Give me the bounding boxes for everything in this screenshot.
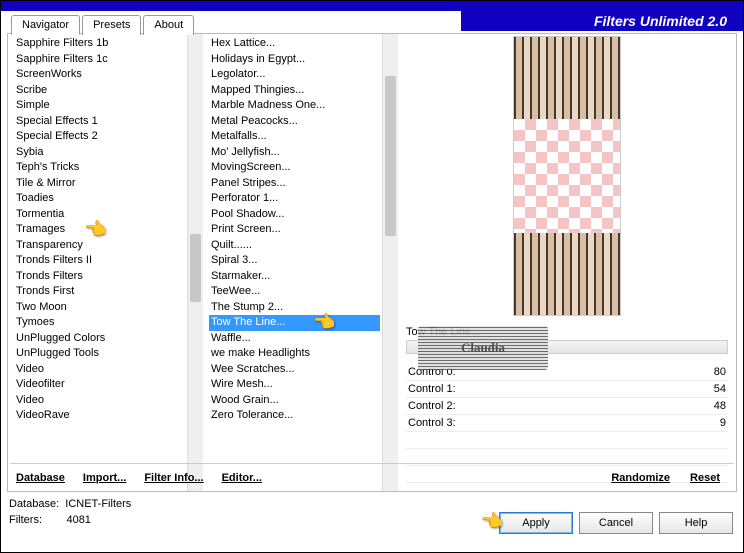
control-row[interactable]: Control 2: 48: [406, 398, 728, 415]
list-item[interactable]: Perforator 1...: [209, 191, 380, 207]
list-item[interactable]: ScreenWorks: [14, 67, 185, 83]
watermark: Claudia: [418, 326, 548, 370]
list-item[interactable]: Quilt......: [209, 238, 380, 254]
control-value: 54: [714, 383, 726, 395]
list-item[interactable]: Tymoes: [14, 315, 185, 331]
list-item[interactable]: Video: [14, 362, 185, 378]
control-label: Control 2:: [408, 400, 456, 412]
editor-button[interactable]: Editor...: [222, 472, 262, 484]
list-item[interactable]: Zero Tolerance...: [209, 408, 380, 424]
app-title: Filters Unlimited 2.0: [594, 13, 727, 29]
control-label: Control 1:: [408, 383, 456, 395]
control-value: 80: [714, 366, 726, 378]
list-item[interactable]: Metalfalls...: [209, 129, 380, 145]
list-item[interactable]: Marble Madness One...: [209, 98, 380, 114]
list-item[interactable]: Tow The Line...: [209, 315, 380, 331]
list-item[interactable]: VideoRave: [14, 408, 185, 424]
list-item[interactable]: Toadies: [14, 191, 185, 207]
list-item[interactable]: Special Effects 1: [14, 114, 185, 130]
database-button[interactable]: Database: [16, 472, 65, 484]
control-label: Control 3:: [408, 417, 456, 429]
apply-button[interactable]: Apply: [499, 512, 573, 534]
list-item[interactable]: UnPlugged Colors: [14, 331, 185, 347]
list-item[interactable]: Wee Scratches...: [209, 362, 380, 378]
list-item[interactable]: Holidays in Egypt...: [209, 52, 380, 68]
category-list: Sapphire Filters 1bSapphire Filters 1cSc…: [8, 34, 203, 491]
cancel-button[interactable]: Cancel: [579, 512, 653, 534]
list-item[interactable]: Wood Grain...: [209, 393, 380, 409]
list-item[interactable]: TeeWee...: [209, 284, 380, 300]
list-item[interactable]: Hex Lattice...: [209, 36, 380, 52]
list-item[interactable]: Special Effects 2: [14, 129, 185, 145]
list-item[interactable]: Wire Mesh...: [209, 377, 380, 393]
list-item[interactable]: Sapphire Filters 1b: [14, 36, 185, 52]
list-item[interactable]: Tronds First: [14, 284, 185, 300]
list-item[interactable]: we make Headlights: [209, 346, 380, 362]
list-item[interactable]: Tormentia: [14, 207, 185, 223]
list-item[interactable]: Mapped Thingies...: [209, 83, 380, 99]
list-item[interactable]: Spiral 3...: [209, 253, 380, 269]
reset-button[interactable]: Reset: [690, 472, 720, 484]
list-item[interactable]: Legolator...: [209, 67, 380, 83]
list-item[interactable]: Starmaker...: [209, 269, 380, 285]
list-item[interactable]: Teph's Tricks: [14, 160, 185, 176]
tab-bar: Navigator Presets About: [11, 15, 194, 35]
category-scrollbar[interactable]: [187, 34, 203, 491]
control-value: 48: [714, 400, 726, 412]
list-item[interactable]: MovingScreen...: [209, 160, 380, 176]
list-item[interactable]: Print Screen...: [209, 222, 380, 238]
list-item[interactable]: Tile & Mirror: [14, 176, 185, 192]
list-item[interactable]: Waffle...: [209, 331, 380, 347]
import-button[interactable]: Import...: [83, 472, 126, 484]
control-value: 9: [720, 417, 726, 429]
list-item[interactable]: Video: [14, 393, 185, 409]
list-item[interactable]: Panel Stripes...: [209, 176, 380, 192]
list-item[interactable]: Pool Shadow...: [209, 207, 380, 223]
list-item[interactable]: The Stump 2...: [209, 300, 380, 316]
filter-list: Hex Lattice...Holidays in Egypt...Legola…: [203, 34, 398, 491]
control-row[interactable]: Control 3: 9: [406, 415, 728, 432]
list-item[interactable]: Mo' Jellyfish...: [209, 145, 380, 161]
list-item[interactable]: Transparency: [14, 238, 185, 254]
list-item[interactable]: Scribe: [14, 83, 185, 99]
control-row[interactable]: Control 1: 54: [406, 381, 728, 398]
list-item[interactable]: UnPlugged Tools: [14, 346, 185, 362]
filter-scrollbar[interactable]: [382, 34, 398, 491]
main-panel: Sapphire Filters 1bSapphire Filters 1cSc…: [7, 33, 737, 492]
list-item[interactable]: Tramages: [14, 222, 185, 238]
list-item[interactable]: Sapphire Filters 1c: [14, 52, 185, 68]
preview-image: [513, 36, 621, 316]
tab-about[interactable]: About: [143, 15, 194, 35]
list-item[interactable]: Two Moon: [14, 300, 185, 316]
list-item[interactable]: Simple: [14, 98, 185, 114]
list-item[interactable]: Tronds Filters II: [14, 253, 185, 269]
help-button[interactable]: Help: [659, 512, 733, 534]
list-item[interactable]: Metal Peacocks...: [209, 114, 380, 130]
randomize-button[interactable]: Randomize: [611, 472, 670, 484]
list-item[interactable]: Tronds Filters: [14, 269, 185, 285]
filter-info-button[interactable]: Filter Info...: [144, 472, 203, 484]
tab-presets[interactable]: Presets: [82, 15, 141, 35]
preview-panel: Tow The Line... Control 0:80Control 1:54…: [398, 34, 736, 491]
list-item[interactable]: Sybia: [14, 145, 185, 161]
list-item[interactable]: Videofilter: [14, 377, 185, 393]
tab-navigator[interactable]: Navigator: [11, 15, 80, 35]
